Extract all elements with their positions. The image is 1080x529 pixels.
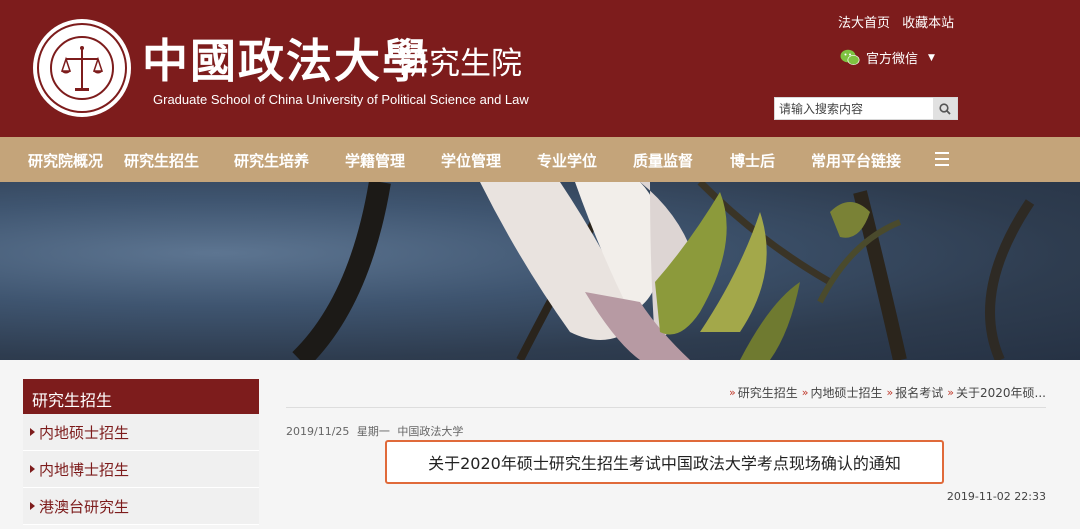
breadcrumb-masters[interactable]: 内地硕士招生 (811, 384, 883, 401)
scales-of-justice-icon (60, 46, 104, 91)
nav-item-quality[interactable]: 质量监督 (633, 150, 693, 171)
nav-item-professional-degree[interactable]: 专业学位 (537, 150, 597, 171)
breadcrumb: » 研究生招生 » 内地硕士招生 » 报名考试 » 关于2020年硕... (725, 384, 1046, 401)
breadcrumb-exam[interactable]: 报名考试 (895, 384, 943, 401)
magnolia-flower-illustration (292, 182, 1035, 360)
top-links: 法大首页 收藏本站 (838, 12, 962, 31)
nav-item-overview[interactable]: 研究院概况 (28, 150, 103, 171)
meta-date: 2019/11/25 (286, 425, 350, 438)
article-panel: » 研究生招生 » 内地硕士招生 » 报名考试 » 关于2020年硕... 20… (286, 379, 1046, 529)
search-input[interactable] (775, 98, 934, 119)
wechat-icon (840, 49, 860, 65)
meta-source: 中国政法大学 (397, 425, 464, 438)
chevron-down-icon: ▼ (928, 52, 935, 63)
double-chevron-icon: » (729, 386, 736, 399)
home-link[interactable]: 法大首页 (838, 16, 890, 31)
double-chevron-icon: » (801, 386, 809, 399)
sidebar-item-hk-macao-taiwan[interactable]: 港澳台研究生 (23, 488, 259, 525)
magnolia-banner-image (0, 182, 1080, 360)
double-chevron-icon: » (947, 386, 955, 399)
breadcrumb-current[interactable]: 关于2020年硕... (956, 384, 1046, 401)
sidebar-item-label: 内地博士招生 (39, 460, 130, 479)
breadcrumb-admissions[interactable]: 研究生招生 (738, 384, 798, 401)
sidebar-item-label: 内地硕士招生 (39, 423, 130, 442)
wechat-dropdown[interactable]: 官方微信 ▼ (840, 48, 935, 67)
caret-right-icon (30, 428, 35, 436)
caret-right-icon (30, 502, 35, 510)
search-box (774, 97, 958, 120)
breadcrumb-divider (286, 407, 1046, 408)
bookmark-link[interactable]: 收藏本站 (902, 16, 954, 31)
content-area: 研究生招生 内地硕士招生 内地博士招生 港澳台研究生 » 研究生招生 » 内地硕… (0, 360, 1080, 529)
hamburger-icon[interactable] (935, 152, 949, 170)
sidebar-item-doctoral[interactable]: 内地博士招生 (23, 451, 259, 488)
nav-item-admissions[interactable]: 研究生招生 (124, 150, 199, 171)
site-header: 中國政法大學 研究生院 Graduate School of China Uni… (0, 0, 1080, 137)
university-seal-logo[interactable] (33, 19, 131, 117)
nav-item-training[interactable]: 研究生培养 (234, 150, 309, 171)
article-title[interactable]: 关于2020年硕士研究生招生考试中国政法大学考点现场确认的通知 (385, 440, 944, 484)
nav-item-registry[interactable]: 学籍管理 (345, 150, 405, 171)
publish-time: 2019-11-02 22:33 (946, 490, 1046, 503)
meta-weekday: 星期一 (356, 425, 390, 438)
sidebar-item-label: 港澳台研究生 (39, 497, 130, 516)
nav-item-platform-links[interactable]: 常用平台链接 (811, 150, 901, 171)
caret-right-icon (30, 465, 35, 473)
article-meta: 2019/11/25 星期一 中国政法大学 (286, 423, 467, 439)
sidebar: 研究生招生 内地硕士招生 内地博士招生 港澳台研究生 (23, 379, 259, 525)
wechat-label: 官方微信 (866, 52, 919, 67)
sidebar-title: 研究生招生 (23, 379, 259, 414)
graduate-school-title: 研究生院 (398, 46, 522, 82)
main-nav: 研究院概况 研究生招生 研究生培养 学籍管理 学位管理 专业学位 质量监督 博士… (0, 137, 1080, 182)
search-button[interactable] (933, 98, 957, 119)
sidebar-item-masters[interactable]: 内地硕士招生 (23, 414, 259, 451)
nav-item-degree[interactable]: 学位管理 (441, 150, 501, 171)
search-icon (939, 102, 951, 115)
english-school-name: Graduate School of China University of P… (153, 92, 529, 107)
double-chevron-icon: » (886, 386, 894, 399)
nav-item-postdoc[interactable]: 博士后 (730, 150, 775, 171)
university-name-calligraphy: 中國政法大學 (142, 34, 430, 88)
